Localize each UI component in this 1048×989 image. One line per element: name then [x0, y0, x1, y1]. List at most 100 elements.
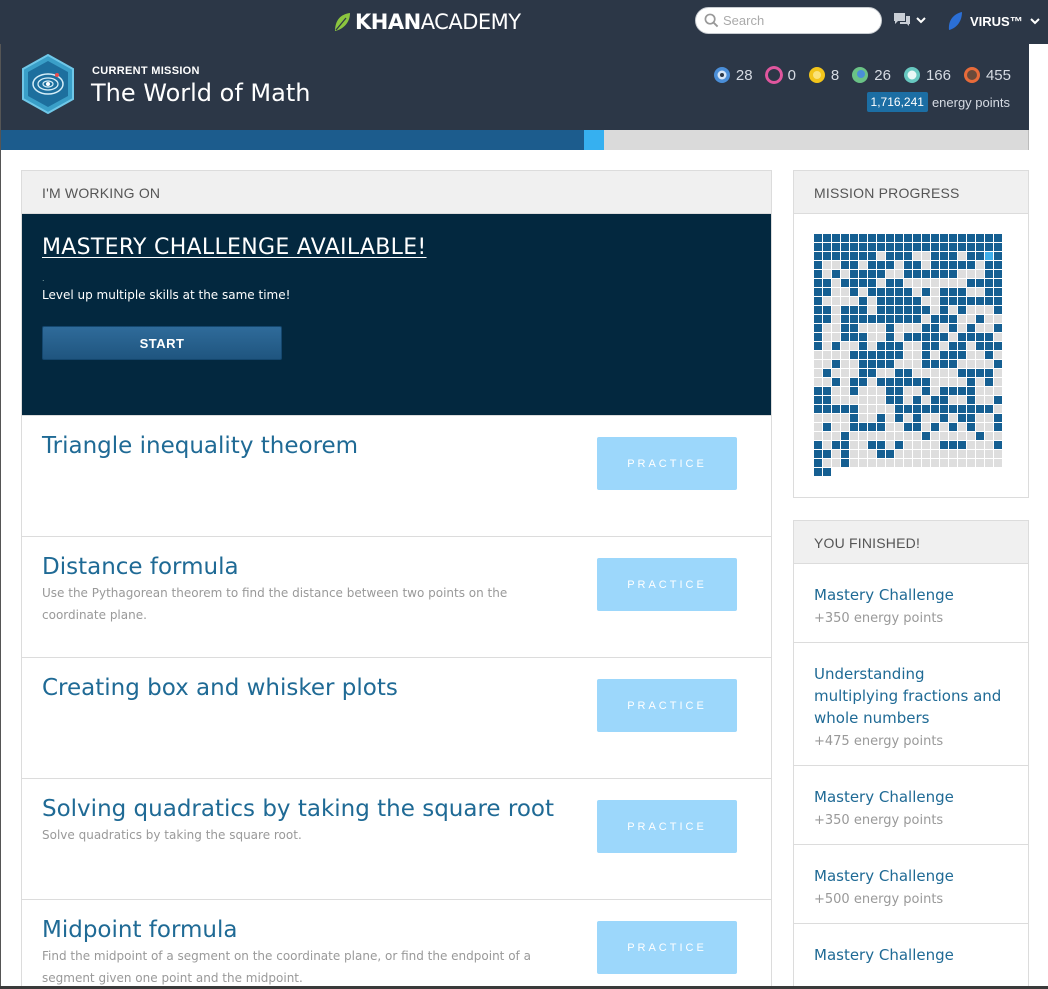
skill-progress-cell[interactable] — [967, 333, 975, 341]
skill-progress-cell[interactable] — [931, 333, 939, 341]
skill-progress-cell[interactable] — [850, 423, 858, 431]
skill-progress-cell[interactable] — [904, 387, 912, 395]
skill-progress-cell[interactable] — [958, 369, 966, 377]
skill-progress-cell[interactable] — [958, 243, 966, 251]
skill-progress-cell[interactable] — [841, 261, 849, 269]
skill-progress-cell[interactable] — [841, 243, 849, 251]
skill-progress-cell[interactable] — [922, 342, 930, 350]
finished-item-title[interactable]: Mastery Challenge — [814, 944, 1008, 966]
skill-progress-cell[interactable] — [958, 441, 966, 449]
skill-progress-cell[interactable] — [877, 306, 885, 314]
skill-progress-cell[interactable] — [958, 459, 966, 467]
skill-progress-cell[interactable] — [985, 297, 993, 305]
skill-progress-cell[interactable] — [967, 243, 975, 251]
skill-progress-cell[interactable] — [958, 261, 966, 269]
skill-progress-cell[interactable] — [823, 261, 831, 269]
skill-progress-cell[interactable] — [985, 351, 993, 359]
skill-progress-cell[interactable] — [841, 315, 849, 323]
skill-progress-cell[interactable] — [931, 351, 939, 359]
skill-progress-cell[interactable] — [823, 351, 831, 359]
skill-progress-cell[interactable] — [877, 432, 885, 440]
skill-progress-cell[interactable] — [850, 414, 858, 422]
skill-progress-cell[interactable] — [868, 306, 876, 314]
skill-progress-cell[interactable] — [931, 414, 939, 422]
skill-progress-cell[interactable] — [886, 297, 894, 305]
skill-progress-cell[interactable] — [868, 252, 876, 260]
skill-progress-cell[interactable] — [985, 378, 993, 386]
skill-progress-cell[interactable] — [850, 306, 858, 314]
skill-progress-cell[interactable] — [841, 405, 849, 413]
skill-progress-cell[interactable] — [922, 369, 930, 377]
skill-progress-cell[interactable] — [985, 324, 993, 332]
skill-progress-cell[interactable] — [832, 279, 840, 287]
skill-progress-cell[interactable] — [814, 432, 822, 440]
skill-progress-cell[interactable] — [931, 450, 939, 458]
skill-progress-cell[interactable] — [904, 396, 912, 404]
skill-progress-cell[interactable] — [832, 297, 840, 305]
skill-progress-cell[interactable] — [976, 324, 984, 332]
skill-progress-cell[interactable] — [832, 342, 840, 350]
skill-progress-cell[interactable] — [922, 297, 930, 305]
skill-progress-cell[interactable] — [814, 369, 822, 377]
skill-progress-cell[interactable] — [904, 423, 912, 431]
skill-progress-cell[interactable] — [940, 405, 948, 413]
badge-earth[interactable]: 8 — [808, 66, 839, 84]
skill-progress-cell[interactable] — [940, 459, 948, 467]
skill-progress-cell[interactable] — [877, 459, 885, 467]
skill-progress-cell[interactable] — [850, 315, 858, 323]
skill-progress-cell[interactable] — [868, 369, 876, 377]
skill-progress-cell[interactable] — [868, 315, 876, 323]
skill-progress-cell[interactable] — [922, 387, 930, 395]
skill-progress-cell[interactable] — [823, 360, 831, 368]
skill-progress-cell[interactable] — [886, 288, 894, 296]
skill-progress-cell[interactable] — [922, 459, 930, 467]
skill-progress-cell[interactable] — [850, 405, 858, 413]
skill-progress-cell[interactable] — [841, 423, 849, 431]
skill-progress-cell[interactable] — [976, 261, 984, 269]
skill-progress-cell[interactable] — [868, 441, 876, 449]
skill-progress-cell[interactable] — [850, 459, 858, 467]
skill-progress-cell[interactable] — [976, 378, 984, 386]
skill-progress-cell[interactable] — [994, 243, 1002, 251]
skill-progress-cell[interactable] — [904, 252, 912, 260]
skill-progress-cell[interactable] — [967, 414, 975, 422]
skill-progress-cell[interactable] — [841, 450, 849, 458]
skill-progress-cell[interactable] — [958, 234, 966, 242]
skill-progress-cell[interactable] — [841, 306, 849, 314]
skill-progress-cell[interactable] — [994, 315, 1002, 323]
skill-progress-cell[interactable] — [895, 423, 903, 431]
skill-progress-cell[interactable] — [913, 441, 921, 449]
skill-progress-cell[interactable] — [886, 252, 894, 260]
skill-progress-cell[interactable] — [913, 360, 921, 368]
skill-progress-cell[interactable] — [877, 387, 885, 395]
skill-progress-cell[interactable] — [940, 378, 948, 386]
skill-progress-cell[interactable] — [850, 432, 858, 440]
skill-progress-cell[interactable] — [895, 342, 903, 350]
skill-progress-cell[interactable] — [886, 306, 894, 314]
skill-progress-cell[interactable] — [850, 387, 858, 395]
skill-progress-cell[interactable] — [904, 279, 912, 287]
skill-progress-cell[interactable] — [922, 432, 930, 440]
skill-progress-cell[interactable] — [886, 333, 894, 341]
skill-progress-cell[interactable] — [823, 306, 831, 314]
skill-progress-cell[interactable] — [850, 261, 858, 269]
skill-progress-cell[interactable] — [940, 243, 948, 251]
skill-progress-cell[interactable] — [868, 459, 876, 467]
skill-progress-cell[interactable] — [985, 405, 993, 413]
finished-item-title[interactable]: Mastery Challenge — [814, 865, 1008, 887]
skill-progress-cell[interactable] — [994, 360, 1002, 368]
skill-progress-cell[interactable] — [823, 234, 831, 242]
skill-progress-cell[interactable] — [895, 306, 903, 314]
skill-progress-cell[interactable] — [958, 378, 966, 386]
skill-progress-cell[interactable] — [949, 270, 957, 278]
skill-progress-cell[interactable] — [859, 252, 867, 260]
skill-progress-cell[interactable] — [850, 342, 858, 350]
skill-progress-cell[interactable] — [922, 324, 930, 332]
skill-progress-cell[interactable] — [976, 270, 984, 278]
skill-progress-cell[interactable] — [994, 270, 1002, 278]
skill-progress-cell[interactable] — [976, 288, 984, 296]
skill-progress-cell[interactable] — [985, 360, 993, 368]
skill-progress-cell[interactable] — [913, 423, 921, 431]
skill-progress-cell[interactable] — [859, 432, 867, 440]
skill-progress-cell[interactable] — [904, 369, 912, 377]
